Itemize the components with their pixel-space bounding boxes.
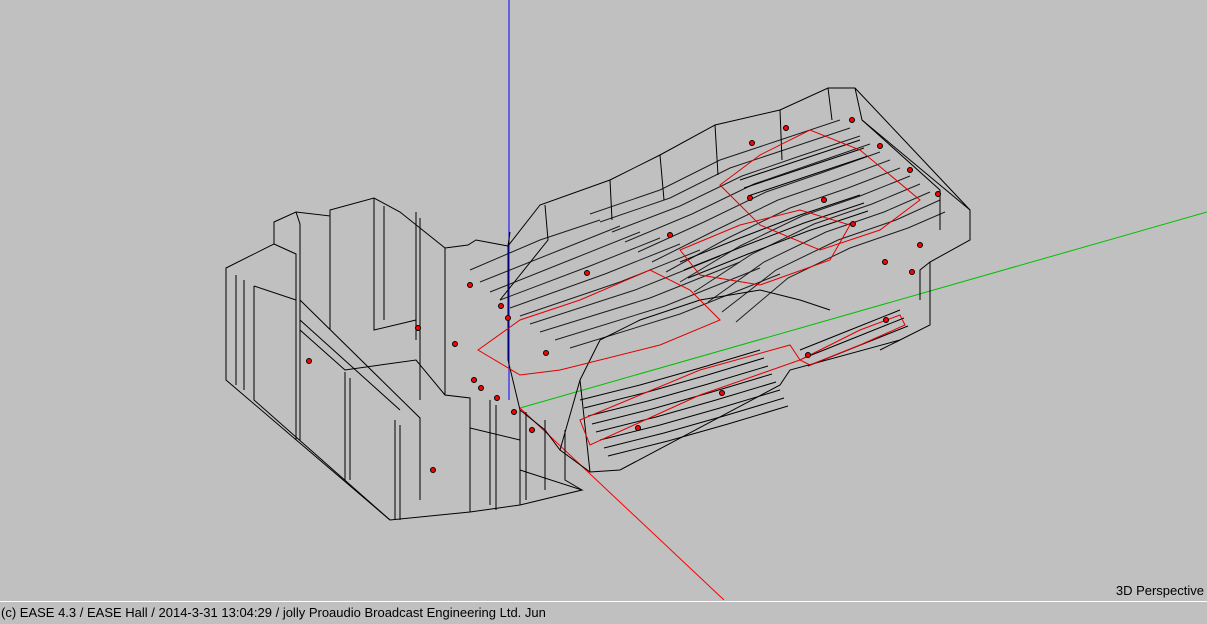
y-axis bbox=[519, 211, 1207, 409]
view-mode-label: 3D Perspective bbox=[1115, 583, 1204, 598]
3d-viewport[interactable]: 3D Perspective bbox=[0, 0, 1207, 600]
ease-window: 3D Perspective (c) EASE 4.3 / EASE Hall … bbox=[0, 0, 1207, 624]
status-text: (c) EASE 4.3 / EASE Hall / 2014-3-31 13:… bbox=[1, 605, 546, 620]
stage-house bbox=[225, 197, 584, 521]
source-markers bbox=[306, 117, 941, 473]
seating-rows bbox=[579, 139, 909, 457]
ceiling-slats bbox=[469, 119, 946, 349]
auditorium-shell bbox=[499, 87, 971, 473]
audience-areas bbox=[477, 129, 921, 446]
status-bar: (c) EASE 4.3 / EASE Hall / 2014-3-31 13:… bbox=[0, 601, 1207, 624]
room-model-wireframe bbox=[225, 0, 1207, 600]
